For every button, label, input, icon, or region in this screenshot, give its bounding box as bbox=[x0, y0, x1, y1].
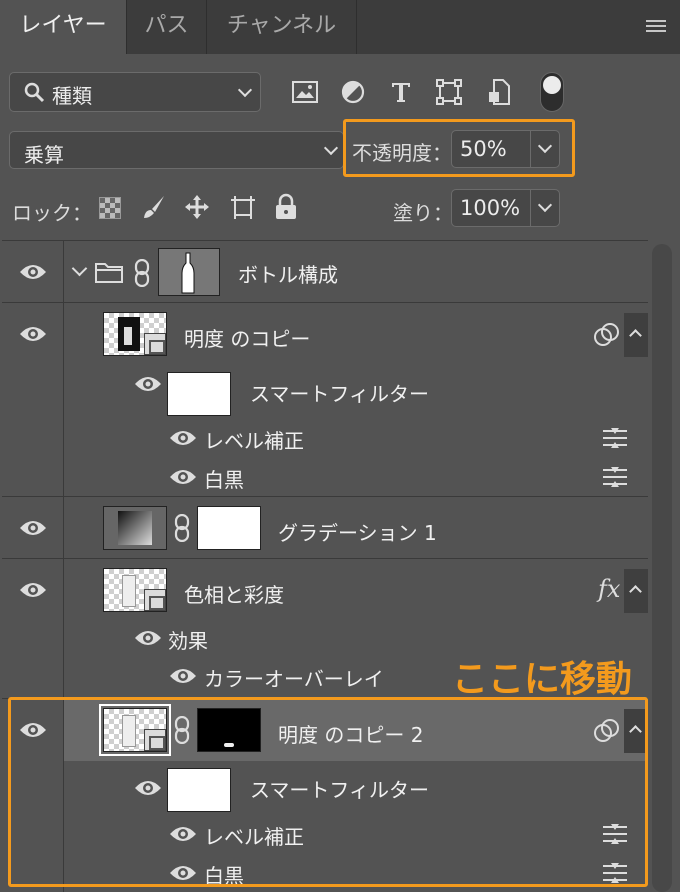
layer-row-gradient[interactable]: グラデーション 1 bbox=[2, 496, 648, 558]
panel-menu-icon[interactable] bbox=[646, 20, 666, 34]
fill-label: 塗り： bbox=[393, 201, 453, 225]
eye-icon[interactable] bbox=[169, 429, 197, 447]
eye-icon[interactable] bbox=[134, 375, 162, 393]
effects-label: 効果 bbox=[168, 629, 208, 653]
filter-toggle-knob bbox=[543, 76, 561, 94]
smart-object-filter-icon[interactable] bbox=[486, 79, 512, 105]
filter-bw-label: 白黒 bbox=[204, 468, 244, 492]
eye-icon[interactable] bbox=[169, 468, 197, 486]
eye-icon[interactable] bbox=[134, 629, 162, 647]
smart-object-link-icon bbox=[594, 323, 619, 346]
filter-toggle[interactable] bbox=[540, 72, 564, 112]
collapse-effects-button[interactable] bbox=[624, 569, 648, 613]
layer-mask-thumbnail[interactable] bbox=[197, 506, 261, 550]
layer-name: ボトル構成 bbox=[238, 263, 338, 287]
group-mask-thumbnail[interactable] bbox=[158, 248, 220, 296]
link-icon[interactable] bbox=[134, 259, 150, 287]
filter-kind-label: 種類 bbox=[52, 84, 92, 108]
layer-name: グラデーション 1 bbox=[278, 521, 437, 545]
eye-icon[interactable] bbox=[19, 325, 47, 343]
opacity-highlight-box bbox=[343, 119, 575, 177]
smart-object-badge-icon bbox=[144, 333, 166, 355]
move-here-annotation: ここに移動 bbox=[452, 659, 633, 700]
caret-up-icon bbox=[629, 585, 642, 598]
layer-name: 明度 のコピー bbox=[184, 327, 311, 351]
eye-column bbox=[2, 559, 64, 698]
blend-mode-value: 乗算 bbox=[24, 143, 64, 167]
folder-icon bbox=[95, 263, 123, 283]
layer-name: 色相と彩度 bbox=[184, 583, 284, 607]
blend-mode-dropdown[interactable]: 乗算 bbox=[9, 131, 344, 169]
lock-transparent-icon[interactable] bbox=[99, 197, 121, 219]
group-expand-chevron-icon[interactable] bbox=[71, 260, 88, 277]
shape-filter-icon[interactable] bbox=[436, 79, 462, 105]
type-filter-icon[interactable] bbox=[388, 79, 414, 105]
chevron-down-icon bbox=[237, 82, 253, 98]
lock-position-icon[interactable] bbox=[183, 193, 211, 221]
move-target-highlight-box bbox=[8, 697, 648, 887]
link-icon[interactable] bbox=[174, 514, 190, 542]
smart-object-badge-icon bbox=[144, 589, 166, 611]
gradient-fill-thumbnail[interactable] bbox=[103, 506, 167, 550]
lock-artboard-icon[interactable] bbox=[229, 193, 257, 221]
fill-value: 100% bbox=[460, 196, 521, 220]
search-icon bbox=[24, 82, 45, 103]
filter-levels-label: レベル補正 bbox=[204, 429, 304, 453]
lock-all-icon[interactable] bbox=[274, 193, 298, 221]
eye-icon[interactable] bbox=[19, 581, 47, 599]
collapse-effects-button[interactable] bbox=[624, 313, 648, 357]
eye-column bbox=[2, 497, 64, 558]
adjustment-filter-icon[interactable] bbox=[340, 79, 366, 105]
smart-object-thumbnail[interactable] bbox=[103, 312, 167, 356]
smart-filter-label: スマートフィルター bbox=[250, 382, 429, 406]
filter-kind-dropdown[interactable]: 種類 bbox=[9, 72, 261, 112]
lock-paint-icon[interactable] bbox=[140, 193, 168, 221]
smart-object-thumbnail[interactable] bbox=[103, 568, 167, 612]
smart-filter-mask-thumbnail[interactable] bbox=[167, 372, 231, 416]
color-overlay-label: カラーオーバーレイ bbox=[204, 667, 384, 691]
eye-column bbox=[2, 303, 64, 496]
layers-scrollbar[interactable] bbox=[652, 244, 672, 892]
fx-icon[interactable]: fx bbox=[598, 575, 620, 603]
panel-tab-bar: レイヤー パス チャンネル bbox=[0, 0, 680, 54]
filter-options-icon[interactable] bbox=[602, 466, 628, 488]
image-filter-icon[interactable] bbox=[292, 79, 318, 105]
eye-icon[interactable] bbox=[19, 263, 47, 281]
eye-column bbox=[2, 241, 64, 302]
layer-row-brightness-copy[interactable]: 明度 のコピー スマートフィルター レベル補正 白黒 bbox=[2, 302, 648, 496]
tab-channels[interactable]: チャンネル bbox=[207, 0, 357, 54]
lock-label: ロック： bbox=[12, 201, 92, 225]
fill-chevron-icon[interactable] bbox=[537, 197, 553, 213]
tab-paths[interactable]: パス bbox=[127, 0, 207, 54]
filter-options-icon[interactable] bbox=[602, 427, 628, 449]
eye-icon[interactable] bbox=[169, 667, 197, 685]
chevron-down-icon bbox=[323, 140, 339, 156]
tab-layers[interactable]: レイヤー bbox=[0, 0, 127, 54]
fill-field[interactable]: 100% bbox=[451, 189, 560, 227]
layer-row-group[interactable]: ボトル構成 bbox=[2, 240, 648, 302]
caret-up-icon bbox=[629, 329, 642, 342]
eye-icon[interactable] bbox=[19, 519, 47, 537]
